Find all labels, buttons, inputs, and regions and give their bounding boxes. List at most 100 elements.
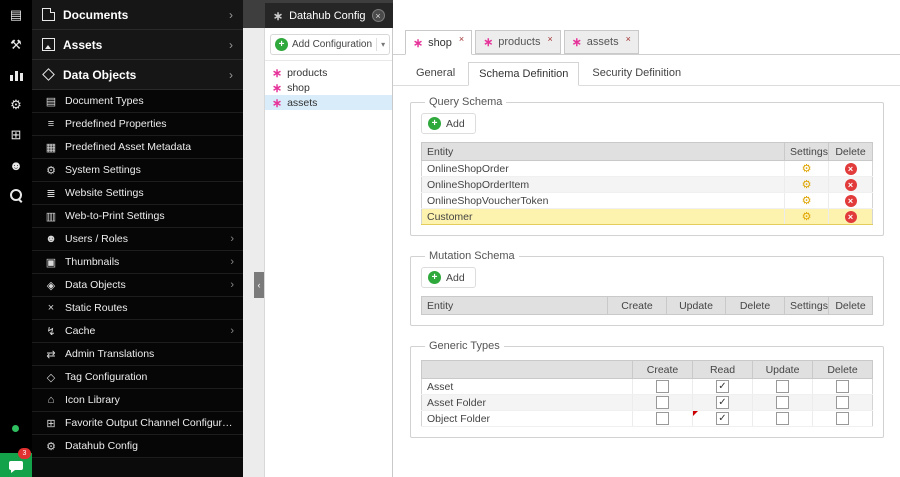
sidebar-item-tag-configuration[interactable]: ◇ Tag Configuration bbox=[32, 366, 243, 389]
sidebar-item-cache[interactable]: ↯ Cache › bbox=[32, 320, 243, 343]
delete-cell: × bbox=[828, 208, 873, 225]
table-row: Asset ✓ bbox=[421, 378, 873, 395]
sidebar-sections: Documents › Assets › Data Objects › bbox=[32, 0, 243, 90]
tab-label: shop bbox=[428, 36, 452, 49]
delete-checkbox[interactable] bbox=[836, 412, 849, 425]
create-cell bbox=[632, 378, 693, 395]
delete-checkbox[interactable] bbox=[836, 396, 849, 409]
delete-icon[interactable]: × bbox=[844, 194, 857, 207]
close-icon[interactable]: × bbox=[459, 34, 464, 44]
collapse-panel-handle[interactable]: ‹ bbox=[254, 272, 264, 298]
main-sidebar: Documents › Assets › Data Objects › ▤ Document… bbox=[32, 0, 243, 477]
reports-icon[interactable] bbox=[0, 60, 32, 90]
tab-shop[interactable]: ∗ shop × bbox=[405, 30, 473, 55]
tab-label: products bbox=[498, 36, 541, 48]
editor-tab-label: Datahub Config bbox=[289, 9, 366, 22]
sidebar-item-thumbnails[interactable]: ▣ Thumbnails › bbox=[32, 251, 243, 274]
update-checkbox[interactable] bbox=[776, 412, 789, 425]
delete-icon[interactable]: × bbox=[844, 210, 857, 223]
sidebar-section-data-objects[interactable]: Data Objects › bbox=[32, 60, 243, 90]
sidebar-item-datahub-config[interactable]: ⚙ Datahub Config bbox=[32, 435, 243, 458]
sidebar-item-icon-library[interactable]: ⌂ Icon Library bbox=[32, 389, 243, 412]
column-header-delete: Delete bbox=[828, 296, 873, 315]
settings-gear-icon[interactable]: ⚙ bbox=[786, 194, 829, 208]
close-icon[interactable]: × bbox=[547, 34, 552, 44]
chevron-down-icon[interactable]: ▾ bbox=[381, 40, 385, 49]
sidebar-item-label: Icon Library bbox=[65, 394, 120, 406]
update-checkbox[interactable] bbox=[776, 396, 789, 409]
table-row[interactable]: OnlineShopVoucherToken ⚙ × bbox=[421, 192, 873, 209]
search-icon[interactable] bbox=[0, 180, 32, 210]
create-checkbox[interactable] bbox=[656, 380, 669, 393]
query-add-label: Add bbox=[446, 117, 465, 130]
icon-library-icon: ⌂ bbox=[47, 394, 55, 406]
editor-tab-datahub-config[interactable]: ∗ Datahub Config × bbox=[265, 3, 393, 28]
entity-cell: OnlineShopOrder bbox=[421, 160, 785, 177]
column-header-create: Create bbox=[607, 296, 667, 315]
query-add-button[interactable]: + Add bbox=[421, 113, 476, 134]
admin-translations-icon: ⇄ bbox=[46, 348, 56, 361]
subtab-schema-definition[interactable]: Schema Definition bbox=[468, 62, 580, 86]
tab-assets[interactable]: ∗ assets × bbox=[563, 30, 639, 54]
sidebar-item-static-routes[interactable]: × Static Routes bbox=[32, 297, 243, 320]
settings-gear-icon[interactable]: ⚙ bbox=[786, 162, 829, 176]
documents-icon[interactable]: ▤ bbox=[0, 0, 32, 30]
sidebar-item-website-settings[interactable]: ≣ Website Settings bbox=[32, 182, 243, 205]
read-cell: ✓ bbox=[692, 410, 753, 427]
sidebar-item-web-to-print-settings[interactable]: ▥ Web-to-Print Settings bbox=[32, 205, 243, 228]
tools-icon[interactable]: ⚒ bbox=[0, 30, 32, 60]
sidebar-item-label: Thumbnails bbox=[65, 256, 120, 268]
sidebar-item-label: Web-to-Print Settings bbox=[65, 210, 165, 222]
settings-icon[interactable]: ⚙ bbox=[0, 90, 32, 120]
read-checkbox[interactable]: ✓ bbox=[716, 396, 729, 409]
read-checkbox[interactable]: ✓ bbox=[716, 380, 729, 393]
chat-bubble-icon bbox=[9, 460, 23, 473]
chevron-right-icon: › bbox=[229, 37, 233, 52]
settings-gear-icon[interactable]: ⚙ bbox=[786, 210, 829, 224]
delete-checkbox[interactable] bbox=[836, 380, 849, 393]
table-row[interactable]: OnlineShopOrder ⚙ × bbox=[421, 160, 873, 177]
close-icon[interactable]: × bbox=[626, 34, 631, 44]
feedback-button[interactable]: 3 bbox=[0, 448, 32, 477]
sidebar-item-favorite-output-channel-configurations[interactable]: ⊞ Favorite Output Channel Configurations bbox=[32, 412, 243, 435]
editor-area: ∗ shop × ∗ products × ∗ assets × General Schema D… bbox=[393, 0, 900, 477]
delete-cell: × bbox=[828, 192, 873, 209]
sidebar-section-assets[interactable]: Assets › bbox=[32, 30, 243, 60]
subtab-security-definition[interactable]: Security Definition bbox=[581, 61, 692, 85]
sidebar-item-users-roles[interactable]: ☻ Users / Roles › bbox=[32, 228, 243, 251]
delete-icon[interactable]: × bbox=[844, 178, 857, 191]
sidebar-item-document-types[interactable]: ▤ Document Types bbox=[32, 90, 243, 113]
create-checkbox[interactable] bbox=[656, 412, 669, 425]
static-routes-icon: × bbox=[47, 302, 55, 314]
update-checkbox[interactable] bbox=[776, 380, 789, 393]
sidebar-item-data-objects[interactable]: ◈ Data Objects › bbox=[32, 274, 243, 297]
close-icon[interactable]: × bbox=[371, 9, 385, 22]
settings-gear-icon[interactable]: ⚙ bbox=[786, 178, 829, 192]
read-checkbox[interactable]: ✓ bbox=[716, 412, 729, 425]
entity-cell: OnlineShopOrderItem bbox=[421, 176, 785, 193]
sidebar-item-system-settings[interactable]: ⚙ System Settings bbox=[32, 159, 243, 182]
table-row[interactable]: OnlineShopOrderItem ⚙ × bbox=[421, 176, 873, 193]
create-checkbox[interactable] bbox=[656, 396, 669, 409]
add-configuration-button[interactable]: + Add Configuration ▾ bbox=[270, 33, 391, 55]
sidebar-item-admin-translations[interactable]: ⇄ Admin Translations bbox=[32, 343, 243, 366]
users-icon[interactable]: ☻ bbox=[0, 150, 32, 180]
tab-products[interactable]: ∗ products × bbox=[475, 30, 561, 54]
mutation-add-button[interactable]: + Add bbox=[421, 267, 476, 288]
column-header-update: Update bbox=[666, 296, 726, 315]
sidebar-item-predefined-properties[interactable]: ≡ Predefined Properties bbox=[32, 113, 243, 136]
sidebar-item-predefined-asset-metadata[interactable]: ▦ Predefined Asset Metadata bbox=[32, 136, 243, 159]
tree-item-shop[interactable]: ∗ shop bbox=[265, 80, 392, 95]
sidebar-item-label: Cache bbox=[65, 325, 96, 337]
sidebar-section-documents[interactable]: Documents › bbox=[32, 0, 243, 30]
ecommerce-icon[interactable]: ⊞ bbox=[0, 120, 32, 150]
subtab-general[interactable]: General bbox=[405, 61, 466, 85]
icon-rail-items: ▤ ⚒ ⚙ ⊞ ☻ bbox=[0, 0, 32, 210]
tree-item-assets[interactable]: ∗ assets bbox=[265, 95, 392, 110]
column-header-delete: Delete bbox=[828, 142, 873, 161]
entity-cell: Customer bbox=[421, 208, 785, 225]
delete-icon[interactable]: × bbox=[844, 162, 857, 175]
tree-item-products[interactable]: ∗ products bbox=[265, 65, 392, 80]
table-row[interactable]: Customer ⚙ × bbox=[421, 208, 873, 225]
chevron-right-icon: › bbox=[229, 67, 233, 82]
